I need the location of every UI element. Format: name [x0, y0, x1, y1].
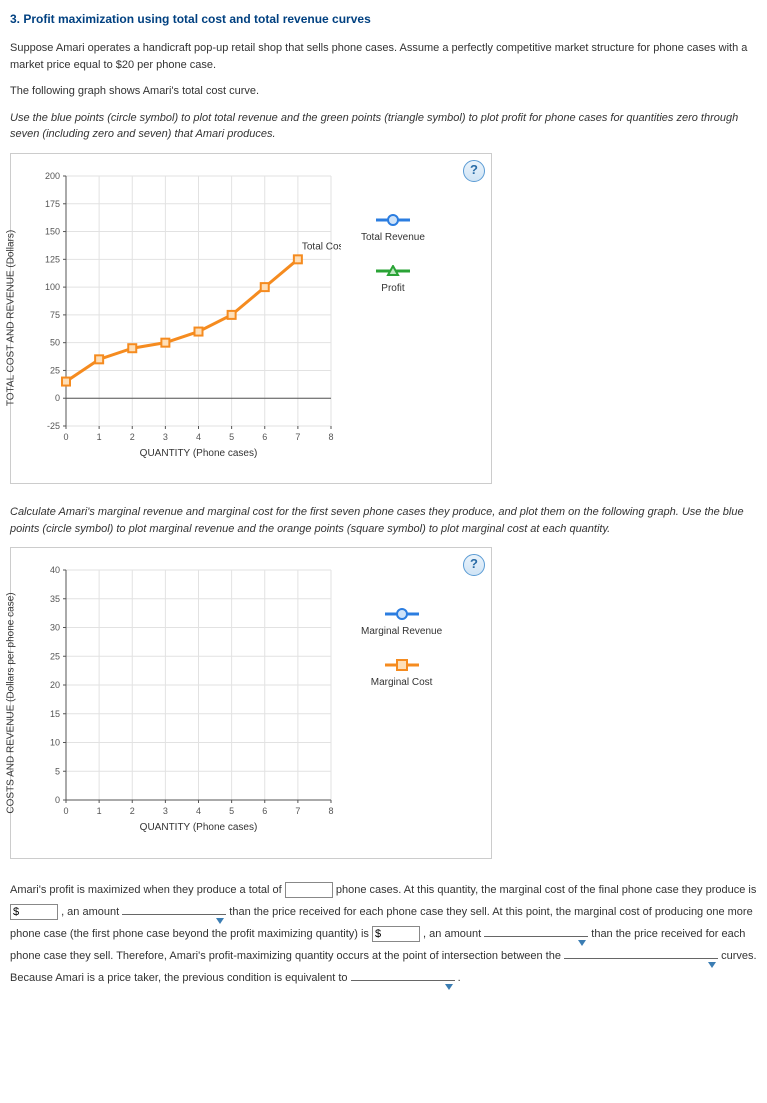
fill-text: , an amount	[61, 906, 122, 918]
svg-text:30: 30	[50, 623, 60, 633]
tool-total-revenue[interactable]: Total Revenue	[361, 214, 425, 245]
chart1-legend: Total Revenue Profit	[341, 166, 425, 472]
chart1-ylabel: TOTAL COST AND REVENUE (Dollars)	[4, 230, 19, 406]
svg-text:35: 35	[50, 594, 60, 604]
svg-text:10: 10	[50, 738, 60, 748]
instruction-2: Calculate Amari's marginal revenue and m…	[10, 504, 757, 537]
svg-text:7: 7	[295, 806, 300, 816]
fill-text: .	[458, 972, 461, 984]
dropdown-compare-2[interactable]	[484, 936, 588, 937]
instruction-1: Use the blue points (circle symbol) to p…	[10, 110, 757, 143]
graph-panel-2: ? COSTS AND REVENUE (Dollars per phone c…	[10, 547, 492, 859]
svg-text:8: 8	[328, 806, 333, 816]
svg-text:75: 75	[50, 309, 60, 319]
dropdown-compare-1[interactable]	[122, 914, 226, 915]
svg-text:150: 150	[45, 226, 60, 236]
svg-text:40: 40	[50, 565, 60, 575]
svg-text:1: 1	[97, 432, 102, 442]
svg-text:0: 0	[63, 806, 68, 816]
chart2-plot[interactable]: 0 5 10 15 20 25 30 35 40 0 1 2 3 4 5 6 7 8 QUANTITY (Phone…	[21, 560, 341, 840]
svg-text:2: 2	[130, 806, 135, 816]
svg-text:3: 3	[163, 806, 168, 816]
dropdown-equivalent[interactable]	[351, 980, 455, 981]
fill-paragraph: Amari's profit is maximized when they pr…	[10, 879, 757, 989]
help-icon[interactable]: ?	[463, 554, 485, 576]
tool-marginal-revenue[interactable]: Marginal Revenue	[361, 608, 442, 639]
tool-total-revenue-label: Total Revenue	[361, 232, 425, 243]
svg-text:20: 20	[50, 680, 60, 690]
svg-text:125: 125	[45, 254, 60, 264]
svg-text:100: 100	[45, 282, 60, 292]
svg-text:0: 0	[55, 393, 60, 403]
svg-text:QUANTITY (Phone cases): QUANTITY (Phone cases)	[140, 822, 258, 833]
svg-text:25: 25	[50, 365, 60, 375]
svg-text:QUANTITY (Phone cases): QUANTITY (Phone cases)	[140, 448, 258, 459]
tool-mr-label: Marginal Revenue	[361, 626, 442, 637]
intro-p1: Suppose Amari operates a handicraft pop-…	[10, 40, 757, 73]
svg-text:15: 15	[50, 709, 60, 719]
svg-text:2: 2	[130, 432, 135, 442]
input-mc-next[interactable]	[372, 926, 420, 942]
help-icon[interactable]: ?	[463, 160, 485, 182]
dropdown-curves[interactable]	[564, 958, 718, 959]
tool-marginal-cost[interactable]: Marginal Cost	[361, 659, 442, 690]
svg-text:8: 8	[328, 432, 333, 442]
svg-text:-25: -25	[47, 421, 60, 431]
svg-text:5: 5	[229, 432, 234, 442]
svg-text:5: 5	[229, 806, 234, 816]
svg-text:3: 3	[163, 432, 168, 442]
intro-p2: The following graph shows Amari's total …	[10, 83, 757, 100]
tool-profit[interactable]: Profit	[361, 265, 425, 296]
tool-mc-label: Marginal Cost	[371, 677, 433, 688]
svg-text:0: 0	[63, 432, 68, 442]
input-mc-final[interactable]	[10, 904, 58, 920]
chart2-legend: Marginal Revenue Marginal Cost	[341, 560, 442, 846]
tool-profit-label: Profit	[381, 283, 404, 294]
svg-text:7: 7	[295, 432, 300, 442]
chart1-plot[interactable]: -250255075100125150175200012345678QUANTI…	[21, 166, 341, 466]
svg-text:Total Cost: Total Cost	[302, 241, 341, 252]
fill-text: , an amount	[423, 928, 484, 940]
input-quantity[interactable]	[285, 882, 333, 898]
svg-text:200: 200	[45, 171, 60, 181]
chart2-ylabel: COSTS AND REVENUE (Dollars per phone cas…	[4, 592, 19, 813]
svg-text:50: 50	[50, 337, 60, 347]
fill-text: phone cases. At this quantity, the margi…	[336, 884, 757, 896]
svg-text:0: 0	[55, 795, 60, 805]
fill-text: Amari's profit is maximized when they pr…	[10, 884, 285, 896]
page-title: 3. Profit maximization using total cost …	[10, 10, 757, 28]
svg-text:5: 5	[55, 766, 60, 776]
svg-text:6: 6	[262, 432, 267, 442]
svg-text:6: 6	[262, 806, 267, 816]
svg-text:4: 4	[196, 432, 201, 442]
svg-text:25: 25	[50, 651, 60, 661]
svg-text:175: 175	[45, 198, 60, 208]
graph-panel-1: ? TOTAL COST AND REVENUE (Dollars) -2502…	[10, 153, 492, 485]
svg-text:4: 4	[196, 806, 201, 816]
svg-text:1: 1	[97, 806, 102, 816]
